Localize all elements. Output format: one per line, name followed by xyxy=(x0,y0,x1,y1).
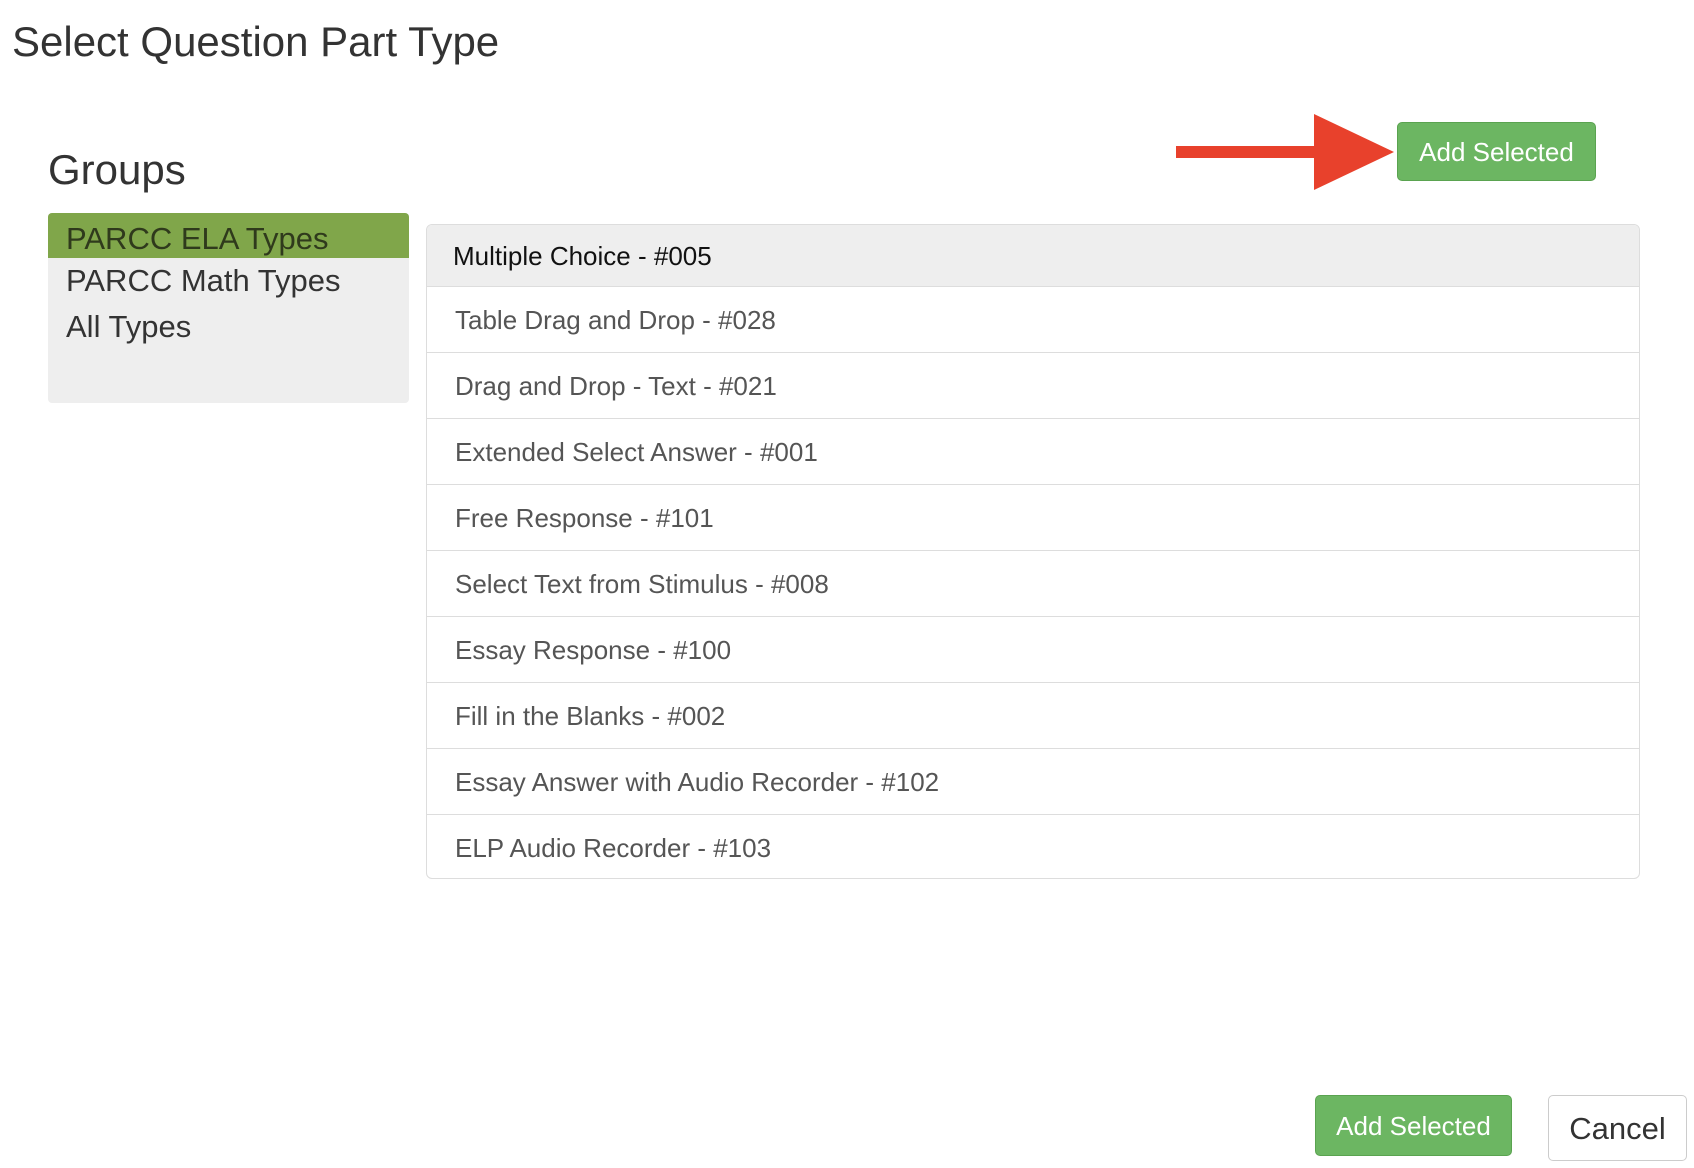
add-selected-button-top[interactable]: Add Selected xyxy=(1397,122,1596,181)
type-item-essay-answer-audio-recorder[interactable]: Essay Answer with Audio Recorder - #102 xyxy=(427,749,1639,815)
type-item-essay-response[interactable]: Essay Response - #100 xyxy=(427,617,1639,683)
groups-heading: Groups xyxy=(48,146,186,193)
group-item-parcc-math[interactable]: PARCC Math Types xyxy=(48,258,409,304)
page-title: Select Question Part Type xyxy=(12,18,500,65)
type-item-elp-audio-recorder[interactable]: ELP Audio Recorder - #103 xyxy=(427,815,1639,878)
type-item-select-text-from-stimulus[interactable]: Select Text from Stimulus - #008 xyxy=(427,551,1639,617)
arrow-right-icon xyxy=(1176,114,1394,190)
cancel-button[interactable]: Cancel xyxy=(1548,1095,1687,1161)
type-item-free-response[interactable]: Free Response - #101 xyxy=(427,485,1639,551)
type-item-fill-in-the-blanks[interactable]: Fill in the Blanks - #002 xyxy=(427,683,1639,749)
add-selected-button-bottom[interactable]: Add Selected xyxy=(1315,1095,1512,1156)
group-item-all-types[interactable]: All Types xyxy=(48,304,409,350)
question-type-list: Multiple Choice - #005 Table Drag and Dr… xyxy=(426,224,1640,879)
type-item-extended-select-answer[interactable]: Extended Select Answer - #001 xyxy=(427,419,1639,485)
group-item-parcc-ela[interactable]: PARCC ELA Types xyxy=(48,213,409,258)
type-item-multiple-choice[interactable]: Multiple Choice - #005 xyxy=(427,225,1639,287)
groups-panel: PARCC ELA Types PARCC Math Types All Typ… xyxy=(48,213,409,403)
type-item-table-drag-and-drop[interactable]: Table Drag and Drop - #028 xyxy=(427,287,1639,353)
type-item-drag-and-drop-text[interactable]: Drag and Drop - Text - #021 xyxy=(427,353,1639,419)
